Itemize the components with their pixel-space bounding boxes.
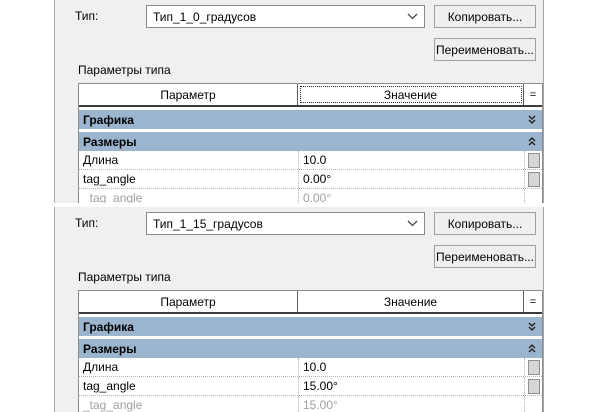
type-select-value: Тип_1_0_градусов (153, 9, 257, 24)
group-row-dimensions[interactable]: Размеры (79, 132, 542, 151)
group-row-graphics[interactable]: Графика (79, 110, 542, 129)
param-name: tag_angle (83, 172, 136, 186)
rename-button[interactable]: Переименовать... (434, 245, 536, 268)
associate-param-button[interactable] (527, 359, 540, 375)
chevron-down-icon (407, 13, 418, 20)
table-row-length: Длина 10.0 (79, 358, 542, 377)
type-parameters-table: Параметр Значение = Графика Размеры Длин… (78, 290, 543, 412)
type-parameters-table: Параметр Значение = Графика Размеры Длин… (78, 83, 543, 203)
type-parameters-label: Параметры типа (78, 270, 171, 284)
param-name: _tag_angle (83, 398, 143, 412)
associate-param-button[interactable] (527, 152, 540, 168)
associate-param-button[interactable] (527, 378, 540, 394)
param-value[interactable]: 15.00° (298, 377, 524, 395)
type-select[interactable]: Тип_1_15_градусов (146, 212, 425, 235)
header-equals: = (529, 88, 537, 101)
param-name: tag_angle (83, 379, 136, 393)
double-chevron-down-icon (528, 322, 536, 332)
table-row-tag-angle-readonly: _tag_angle 0.00° (79, 189, 542, 203)
table-row-tag-angle-readonly: _tag_angle 15.00° (79, 396, 542, 412)
double-chevron-down-icon (528, 115, 536, 125)
table-row-tag-angle: tag_angle 15.00° (79, 377, 542, 396)
header-value: Значение (298, 291, 524, 312)
header-value: Значение (298, 84, 524, 105)
copy-button[interactable]: Копировать... (434, 5, 536, 28)
param-name: _tag_angle (83, 191, 143, 203)
param-name: Длина (83, 153, 119, 167)
param-value[interactable]: 0.00° (298, 170, 524, 188)
param-value[interactable]: 10.0 (298, 151, 524, 169)
equals-cell (524, 151, 542, 169)
copy-button[interactable]: Копировать... (434, 212, 536, 235)
equals-cell (524, 170, 542, 188)
equals-cell (524, 377, 542, 395)
chevron-down-icon (407, 220, 418, 227)
table-header-row: Параметр Значение = (79, 291, 542, 314)
type-properties-panel-0-degrees: Тип: Тип_1_0_градусов Копировать... Пере… (54, 0, 544, 203)
type-properties-panel-15-degrees: Тип: Тип_1_15_градусов Копировать... Пер… (54, 207, 544, 412)
table-row-tag-angle: tag_angle 0.00° (79, 170, 542, 189)
double-chevron-up-icon (528, 343, 536, 354)
type-select-value: Тип_1_15_градусов (153, 216, 263, 231)
associate-param-button[interactable] (527, 171, 540, 187)
param-name: Длина (83, 360, 119, 374)
header-equals: = (529, 295, 537, 308)
equals-cell (524, 358, 542, 376)
param-value: 0.00° (298, 189, 524, 203)
param-value: 15.00° (298, 396, 524, 412)
header-parameter: Параметр (79, 291, 298, 312)
rename-button[interactable]: Переименовать... (434, 38, 536, 61)
param-value[interactable]: 10.0 (298, 358, 524, 376)
type-select[interactable]: Тип_1_0_градусов (146, 5, 425, 28)
double-chevron-up-icon (528, 136, 536, 147)
type-label: Тип: (75, 216, 99, 230)
type-parameters-label: Параметры типа (78, 63, 171, 77)
table-header-row: Параметр Значение = (79, 84, 542, 107)
group-row-graphics[interactable]: Графика (79, 317, 542, 336)
equals-cell (524, 189, 542, 203)
group-row-dimensions[interactable]: Размеры (79, 339, 542, 358)
header-parameter: Параметр (79, 84, 298, 105)
equals-cell (524, 396, 542, 412)
table-row-length: Длина 10.0 (79, 151, 542, 170)
type-label: Тип: (75, 9, 99, 23)
